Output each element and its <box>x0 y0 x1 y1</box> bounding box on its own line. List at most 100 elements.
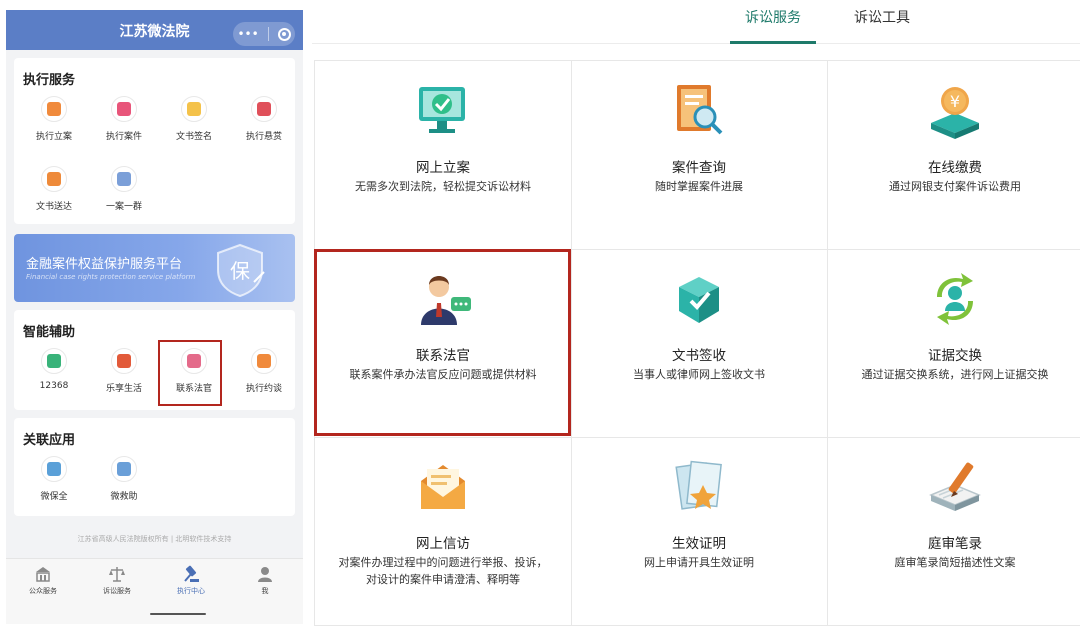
section-title: 关联应用 <box>23 433 76 448</box>
tile-description: 庭审笔录简短描述性文案 <box>835 554 1075 571</box>
copyright-note: 江苏省高级人民法院版权所有 | 北明软件技术支持 <box>77 535 232 543</box>
grid-item[interactable]: 一案一群 <box>91 166 157 212</box>
section-title: 执行服务 <box>23 73 76 88</box>
grid-item[interactable]: 执行约谈 <box>231 348 297 394</box>
star-certificate-icon <box>667 455 731 519</box>
service-tile[interactable]: 生效证明 网上申请开具生效证明 <box>571 437 828 626</box>
grid-item-label: 执行约谈 <box>245 384 282 394</box>
close-target-icon[interactable] <box>277 27 291 41</box>
grid-item[interactable]: 文书签名 <box>161 96 227 142</box>
grid-item[interactable]: 微救助 <box>91 456 157 502</box>
grid-item[interactable]: 执行悬赏 <box>231 96 297 142</box>
file-orange-icon <box>41 96 67 122</box>
grid-item[interactable]: 微保全 <box>21 456 87 502</box>
tile-description: 无需多次到法院，轻松提交诉讼材料 <box>323 178 563 195</box>
grid-item-label: 微救助 <box>110 492 138 502</box>
phone-screen: 江苏微法院 ••• 执行服务 执行立案 执行案件 文书签名 执行悬赏 文书送达 一案一群 … <box>6 10 303 624</box>
tile-description: 当事人或律师网上签收文书 <box>579 366 819 383</box>
gavel-pink-icon <box>111 96 137 122</box>
related-apps-card: 关联应用 微保全 微救助 <box>14 418 295 516</box>
execution-services-card: 执行服务 执行立案 执行案件 文书签名 执行悬赏文书送达 一案一群 <box>14 58 295 224</box>
scale-icon <box>108 565 126 583</box>
envelope-orange-icon <box>41 166 67 192</box>
grid-item-label: 执行悬赏 <box>245 132 282 142</box>
tile-description: 随时掌握案件进展 <box>579 178 819 195</box>
icon-glyph <box>117 462 131 476</box>
grid-item[interactable]: 执行立案 <box>21 96 87 142</box>
tile-title: 庭审笔录 <box>928 536 982 552</box>
document-yellow-icon <box>181 96 207 122</box>
tile-title: 证据交换 <box>928 348 982 364</box>
tile-description: 网上申请开具生效证明 <box>579 554 819 571</box>
help-blue-icon <box>111 456 137 482</box>
capsule-menu[interactable]: ••• <box>233 22 295 46</box>
wing-blue-icon <box>41 456 67 482</box>
tab-label: 公众服务 <box>29 587 57 595</box>
tile-description: 通过网银支付案件诉讼费用 <box>835 178 1075 195</box>
building-icon <box>34 565 52 583</box>
gavel-icon <box>182 565 200 583</box>
grid-item[interactable]: 乐享生活 <box>91 348 157 394</box>
tab-label: 我 <box>261 587 269 595</box>
tile-description-line: 庭审笔录简短描述性文案 <box>894 556 1016 569</box>
tab-1[interactable]: 公众服务 <box>8 565 78 596</box>
tab-litigation-services[interactable]: 诉讼服务 <box>730 0 816 44</box>
tile-description: 通过证据交换系统，进行网上证据交换 <box>835 366 1075 383</box>
tab-label: 诉讼服务 <box>103 587 131 595</box>
service-tile[interactable]: 案件查询 随时掌握案件进展 <box>571 61 828 250</box>
active-tab-indicator <box>150 613 206 615</box>
person-icon <box>256 565 274 583</box>
tile-title: 文书签收 <box>672 348 726 364</box>
service-tile[interactable]: 网上立案无需多次到法院，轻松提交诉讼材料 <box>315 61 572 250</box>
tile-title: 在线缴费 <box>928 160 982 176</box>
service-tile[interactable]: 证据交换通过证据交换系统，进行网上证据交换 <box>827 249 1080 438</box>
magnifier-doc-icon <box>667 79 731 143</box>
grid-item[interactable]: 12368 <box>21 348 87 391</box>
tab-4[interactable]: 我 <box>230 565 300 596</box>
service-tile[interactable]: ¥ 在线缴费通过网银支付案件诉讼费用 <box>827 61 1080 250</box>
more-icon[interactable]: ••• <box>237 27 258 41</box>
notebook-pen-icon <box>923 455 987 519</box>
monitor-check-icon <box>411 79 475 143</box>
icon-glyph <box>47 172 61 186</box>
tile-description-line: 通过网银支付案件诉讼费用 <box>889 180 1021 193</box>
tile-description-line: 通过证据交换系统，进行网上证据交换 <box>861 368 1049 381</box>
icon-glyph <box>117 354 131 368</box>
grid-item[interactable]: 执行案件 <box>91 96 157 142</box>
highlight-box <box>314 249 571 436</box>
yuan-coin-icon: ¥ <box>923 79 987 143</box>
tile-description-line: 网上申请开具生效证明 <box>644 556 754 569</box>
service-tile[interactable]: 文书签收当事人或律师网上签收文书 <box>571 249 828 438</box>
tab-label: 执行中心 <box>177 587 205 595</box>
capsule-divider <box>267 27 269 41</box>
tile-title: 网上信访 <box>416 536 470 552</box>
tab-3[interactable]: 执行中心 <box>156 565 226 596</box>
tile-description-line: 无需多次到法院，轻松提交诉讼材料 <box>355 180 531 193</box>
open-envelope-icon <box>411 455 475 519</box>
top-navigation: 诉讼服务 诉讼工具 <box>312 0 1080 44</box>
reward-red-icon <box>251 96 277 122</box>
tile-title: 网上立案 <box>416 160 470 176</box>
financial-platform-banner[interactable]: 金融案件权益保护服务平台 Financial case rights prote… <box>14 234 295 302</box>
grid-item[interactable]: 文书送达 <box>21 166 87 212</box>
tab-litigation-tools[interactable]: 诉讼工具 <box>842 0 922 44</box>
svg-text:¥: ¥ <box>950 92 960 111</box>
icon-glyph <box>187 102 201 116</box>
grid-item-label: 乐享生活 <box>105 384 142 394</box>
phone-header: 江苏微法院 ••• <box>6 10 303 50</box>
tile-description-line: 随时掌握案件进展 <box>655 180 743 193</box>
grid-item-label: 文书签名 <box>175 132 212 142</box>
service-tile[interactable]: 网上信访 对案件办理过程中的问题进行举报、投诉， 对设计的案件申请澄清、释明等 <box>315 437 572 626</box>
grid-item-label: 执行案件 <box>105 132 142 142</box>
icon-glyph <box>47 102 61 116</box>
tab-2[interactable]: 诉讼服务 <box>82 565 152 596</box>
life-red-icon <box>111 348 137 374</box>
service-tile[interactable]: 庭审笔录庭审笔录简短描述性文案 <box>827 437 1080 626</box>
icon-glyph <box>47 354 61 368</box>
icon-glyph <box>257 102 271 116</box>
grid-item-label: 执行立案 <box>35 132 72 142</box>
group-blue-icon <box>111 166 137 192</box>
video-orange-icon <box>251 348 277 374</box>
icon-glyph <box>257 354 271 368</box>
icon-glyph <box>117 172 131 186</box>
